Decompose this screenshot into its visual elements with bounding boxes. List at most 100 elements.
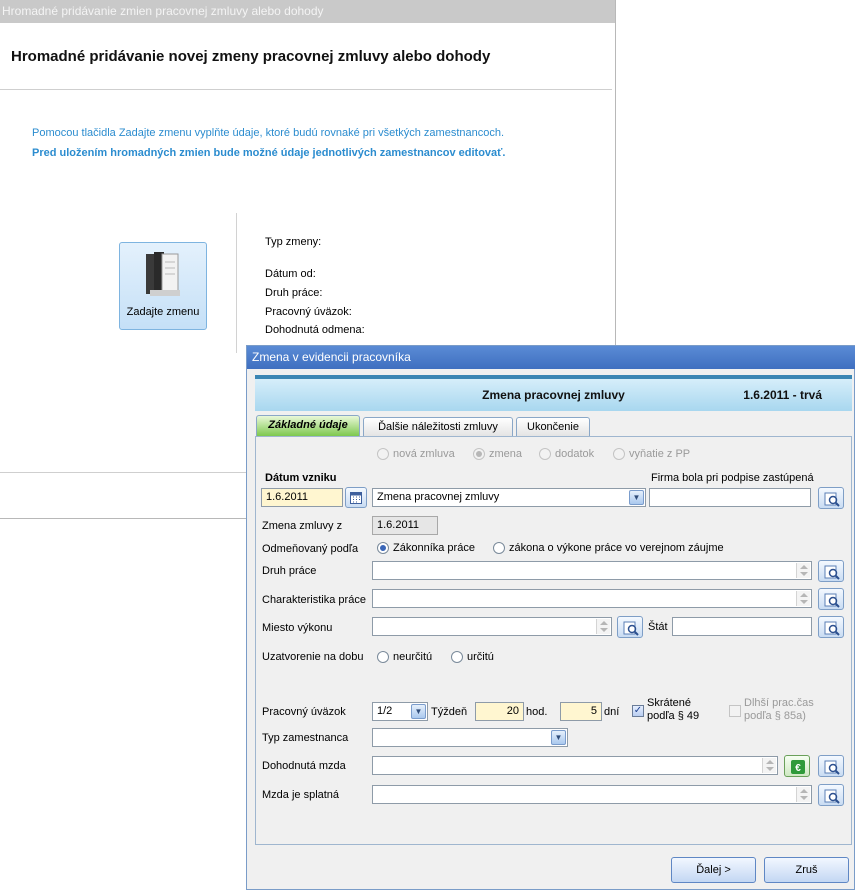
state-label: Štát bbox=[648, 621, 668, 633]
shortened-checkbox[interactable]: ✓ bbox=[632, 705, 644, 717]
change-type-label: Typ zmeny: bbox=[265, 236, 322, 248]
money-icon: € bbox=[791, 760, 805, 774]
search-icon bbox=[824, 492, 840, 507]
longer-label-line1: Dlhší prac.čas bbox=[744, 697, 814, 709]
workload-select[interactable]: 1/2 ▼ bbox=[372, 702, 428, 721]
longer-time-checkbox[interactable] bbox=[729, 705, 741, 717]
rewarded-by-label: Odmeňovaný podľa bbox=[262, 543, 359, 555]
svg-text:€: € bbox=[795, 763, 801, 774]
divider bbox=[0, 89, 612, 90]
wage-calculator-button[interactable]: € bbox=[784, 755, 810, 777]
days-input[interactable]: 5 bbox=[560, 702, 602, 721]
binders-icon bbox=[146, 252, 180, 296]
spinner[interactable] bbox=[796, 591, 810, 606]
next-button[interactable]: Ďalej > bbox=[671, 857, 756, 883]
dialog-banner: Zmena pracovnej zmluvy 1.6.2011 - trvá bbox=[255, 375, 852, 411]
work-characteristic-label: Charakteristika práce bbox=[262, 594, 366, 606]
wage-payable-label: Mzda je splatná bbox=[262, 789, 340, 801]
radio-exemption[interactable] bbox=[613, 448, 625, 460]
longer-label-line2: podľa § 85a) bbox=[744, 710, 806, 722]
radio-new-contract-label: nová zmluva bbox=[393, 448, 455, 460]
radio-change[interactable] bbox=[473, 448, 485, 460]
bg-window-heading: Hromadné pridávanie novej zmeny pracovne… bbox=[11, 48, 491, 65]
hours-unit: hod. bbox=[526, 706, 548, 718]
spinner[interactable] bbox=[796, 563, 810, 578]
radio-labour-code[interactable] bbox=[377, 542, 389, 554]
company-represented-input[interactable] bbox=[649, 488, 811, 507]
radio-definite-label: určitú bbox=[467, 651, 494, 663]
state-input[interactable] bbox=[672, 617, 812, 636]
employee-type-label: Typ zamestnanca bbox=[262, 732, 349, 744]
week-label: Týždeň bbox=[431, 706, 468, 718]
contract-select[interactable]: Zmena pracovnej zmluvy ▼ bbox=[372, 488, 646, 507]
chevron-down-icon: ▼ bbox=[551, 730, 566, 745]
info-text-bold: Pred uložením hromadných zmien bude možn… bbox=[32, 147, 506, 159]
calendar-button[interactable] bbox=[345, 487, 367, 508]
shortened-label-line2: podľa § 49 bbox=[647, 710, 700, 722]
radio-new-contract[interactable] bbox=[377, 448, 389, 460]
agreed-wage-input[interactable] bbox=[372, 756, 778, 775]
agreed-wage-label: Dohodnutá mzda bbox=[262, 760, 346, 772]
dialog-title: Zmena v evidencii pracovníka bbox=[247, 346, 855, 369]
date-created-label: Dátum vzniku bbox=[265, 472, 337, 484]
tab-other-terms[interactable]: Ďalšie náležitosti zmluvy bbox=[363, 417, 513, 436]
radio-exemption-label: vyňatie z PP bbox=[629, 448, 691, 460]
radio-labour-code-label: Zákonníka práce bbox=[393, 542, 475, 554]
radio-change-label: zmena bbox=[489, 448, 523, 460]
search-icon bbox=[824, 760, 840, 775]
contract-change-from-label: Zmena zmluvy z bbox=[262, 520, 343, 532]
radio-definite[interactable] bbox=[451, 651, 463, 663]
days-unit: dní bbox=[604, 706, 620, 718]
search-icon bbox=[623, 621, 639, 636]
work-characteristic-search-button[interactable] bbox=[818, 588, 844, 610]
chevron-down-icon: ▼ bbox=[411, 704, 426, 719]
spinner[interactable] bbox=[596, 619, 610, 634]
agreed-pay-label: Dohodnutá odmena: bbox=[265, 324, 365, 336]
change-record-dialog: Zmena v evidencii pracovníka Zmena praco… bbox=[246, 345, 855, 890]
spinner[interactable] bbox=[762, 758, 776, 773]
work-type-label: Druh práce: bbox=[265, 287, 323, 299]
radio-addendum[interactable] bbox=[539, 448, 551, 460]
info-text: Pomocou tlačidla Zadajte zmenu vyplňte ú… bbox=[32, 127, 505, 139]
tab-termination[interactable]: Ukončenie bbox=[516, 417, 590, 436]
search-button[interactable] bbox=[818, 487, 844, 509]
tab-basic-data[interactable]: Základné údaje bbox=[256, 415, 360, 436]
workload-label: Pracovný úväzok: bbox=[265, 306, 352, 318]
date-from-label: Dátum od: bbox=[265, 268, 316, 280]
contract-change-from-input: 1.6.2011 bbox=[372, 516, 438, 535]
radio-public-interest-label: zákona o výkone práce vo verejnom záujme bbox=[509, 542, 724, 554]
agreed-wage-search-button[interactable] bbox=[818, 755, 844, 777]
workload-value: 1/2 bbox=[377, 705, 393, 717]
place-search-button[interactable] bbox=[617, 616, 643, 638]
bg-window-title: Hromadné pridávanie zmien pracovnej zmlu… bbox=[0, 0, 615, 23]
place-input[interactable] bbox=[372, 617, 612, 636]
radio-public-interest[interactable] bbox=[493, 542, 505, 554]
company-represented-label: Firma bola pri podpise zastúpená bbox=[651, 472, 814, 484]
hours-input[interactable]: 20 bbox=[475, 702, 524, 721]
state-search-button[interactable] bbox=[818, 616, 844, 638]
calendar-icon bbox=[350, 492, 362, 504]
workload-label: Pracovný úväzok bbox=[262, 706, 346, 718]
work-type-input[interactable] bbox=[372, 561, 812, 580]
wage-payable-input[interactable] bbox=[372, 785, 812, 804]
employee-type-select[interactable]: ▼ bbox=[372, 728, 568, 747]
radio-indefinite-label: neurčitú bbox=[393, 651, 433, 663]
search-icon bbox=[824, 621, 840, 636]
spinner[interactable] bbox=[796, 787, 810, 802]
divider bbox=[236, 213, 237, 353]
term-label: Uzatvorenie na dobu bbox=[262, 651, 364, 663]
work-characteristic-input[interactable] bbox=[372, 589, 812, 608]
enter-change-button[interactable]: Zadajte zmenu bbox=[119, 242, 207, 330]
date-created-input[interactable]: 1.6.2011 bbox=[261, 488, 343, 507]
work-type-label: Druh práce bbox=[262, 565, 317, 577]
cancel-button[interactable]: Zruš bbox=[764, 857, 849, 883]
radio-indefinite[interactable] bbox=[377, 651, 389, 663]
longer-time-label: Dlhší prac.čas podľa § 85a) bbox=[744, 697, 814, 723]
wage-payable-search-button[interactable] bbox=[818, 784, 844, 806]
contract-select-value: Zmena pracovnej zmluvy bbox=[377, 491, 500, 503]
enter-change-label: Zadajte zmenu bbox=[126, 306, 200, 318]
chevron-down-icon: ▼ bbox=[629, 490, 644, 505]
search-icon bbox=[824, 565, 840, 580]
shortened-label-line1: Skrátené bbox=[647, 697, 692, 709]
work-type-search-button[interactable] bbox=[818, 560, 844, 582]
